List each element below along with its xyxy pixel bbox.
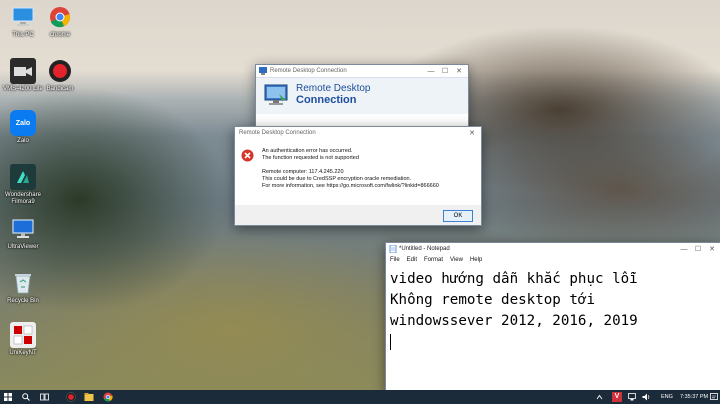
close-button[interactable]: ✕	[452, 65, 466, 77]
file-explorer-icon[interactable]	[84, 392, 94, 402]
error-line: For more information, see https://go.mic…	[262, 183, 439, 189]
rdc-header-line1: Remote Desktop	[296, 83, 371, 94]
monitor-icon	[10, 216, 36, 242]
desktop-icon-chrome[interactable]: chrome	[37, 4, 83, 39]
desktop-icon-bandicam[interactable]: Bandicam	[37, 58, 83, 93]
clock[interactable]: 7:35:37 PM	[680, 390, 708, 404]
error-line: An authentication error has occurred.	[262, 148, 353, 154]
network-icon[interactable]	[628, 393, 636, 401]
error-line: This could be due to CredSSP encryption …	[262, 176, 412, 182]
desktop-icon-recycle-bin[interactable]: Recycle Bin	[0, 270, 46, 305]
windows-start-icon[interactable]	[4, 393, 12, 401]
chevron-up-icon[interactable]	[596, 394, 603, 400]
rdc-titlebar[interactable]: Remote Desktop Connection — ☐ ✕	[256, 65, 468, 77]
notepad-title: *Untitled - Notepad	[399, 246, 450, 252]
filmora-icon	[10, 164, 36, 190]
desktop-icon-unikey[interactable]: UniKeyNT	[0, 322, 46, 357]
text-line: Không remote desktop tới	[390, 292, 595, 308]
close-button[interactable]: ✕	[705, 243, 719, 255]
rdc-app-icon	[259, 67, 267, 75]
error-message: An authentication error has occurred. Th…	[262, 148, 439, 190]
notepad-menubar: File Edit Format View Help	[386, 255, 720, 265]
taskbar: V ENG 7:35:37 PM	[0, 390, 720, 404]
notifications-icon[interactable]	[710, 393, 718, 401]
text-cursor	[390, 334, 391, 350]
volume-icon[interactable]	[642, 393, 651, 401]
error-titlebar[interactable]: Remote Desktop Connection ✕	[235, 127, 481, 139]
task-view-icon[interactable]	[40, 393, 49, 401]
desktop-icon-label: Recycle Bin	[7, 298, 39, 304]
desktop-icon-label: Bandicam	[46, 86, 74, 92]
ok-button[interactable]: OK	[443, 210, 473, 222]
monitor-icon	[264, 84, 288, 105]
maximize-button[interactable]: ☐	[691, 243, 705, 255]
close-button[interactable]: ✕	[465, 127, 479, 139]
error-line: The function requested is not supported	[262, 155, 359, 161]
record-icon	[47, 58, 73, 84]
menu-edit[interactable]: Edit	[407, 257, 417, 263]
notepad-window[interactable]: *Untitled - Notepad — ☐ ✕ File Edit Form…	[385, 242, 720, 392]
notepad-app-icon	[389, 245, 397, 253]
rdc-window[interactable]: Remote Desktop Connection — ☐ ✕ Remote D…	[255, 64, 469, 132]
chrome-taskbar-icon[interactable]	[103, 392, 113, 402]
text-line: video hướng dẫn khắc phục lỗi	[390, 271, 638, 287]
desktop-icon-label: UltraViewer	[7, 244, 39, 250]
maximize-button[interactable]: ☐	[438, 65, 452, 77]
zalo-icon: Zalo	[10, 110, 36, 136]
menu-help[interactable]: Help	[470, 257, 482, 263]
computer-icon	[10, 4, 36, 30]
desktop-icon-label: Wondershare Filmora9	[5, 192, 41, 205]
error-title: Remote Desktop Connection	[239, 130, 316, 136]
menu-view[interactable]: View	[450, 257, 463, 263]
desktop-icon-label: Zalo	[17, 138, 29, 144]
desktop-icon-zalo[interactable]: Zalo Zalo	[0, 110, 46, 145]
unikey-tray-icon[interactable]: V	[612, 392, 622, 402]
menu-format[interactable]: Format	[424, 257, 443, 263]
desktop-icon-label: chrome	[49, 32, 70, 38]
rdc-header: Remote Desktop Connection	[256, 77, 468, 114]
notepad-titlebar[interactable]: *Untitled - Notepad — ☐ ✕	[386, 243, 720, 255]
recycle-bin-icon	[10, 270, 36, 296]
desktop-icon-ultraviewer[interactable]: UltraViewer	[0, 216, 46, 251]
menu-file[interactable]: File	[390, 257, 400, 263]
desktop-icon-filmora[interactable]: Wondershare Filmora9	[0, 164, 46, 206]
error-icon	[241, 149, 254, 162]
desktop-icon-label: UniKeyNT	[9, 350, 37, 356]
notepad-text-area[interactable]: video hướng dẫn khắc phục lỗi Không remot…	[386, 265, 720, 350]
language-indicator[interactable]: ENG	[661, 390, 673, 404]
rdc-header-line2: Connection	[296, 94, 357, 106]
bandicam-taskbar-icon[interactable]	[66, 392, 76, 402]
minimize-button[interactable]: —	[424, 65, 438, 77]
chrome-icon	[47, 4, 73, 30]
error-line: Remote computer: 117.4.245.220	[262, 169, 344, 175]
unikey-icon	[10, 322, 36, 348]
error-dialog[interactable]: Remote Desktop Connection ✕ An authentic…	[234, 126, 482, 226]
rdc-title: Remote Desktop Connection	[270, 68, 347, 74]
video-camera-icon	[10, 58, 36, 84]
minimize-button[interactable]: —	[677, 243, 691, 255]
search-icon[interactable]	[22, 393, 30, 401]
text-line: windowssever 2012, 2016, 2019	[390, 313, 638, 329]
